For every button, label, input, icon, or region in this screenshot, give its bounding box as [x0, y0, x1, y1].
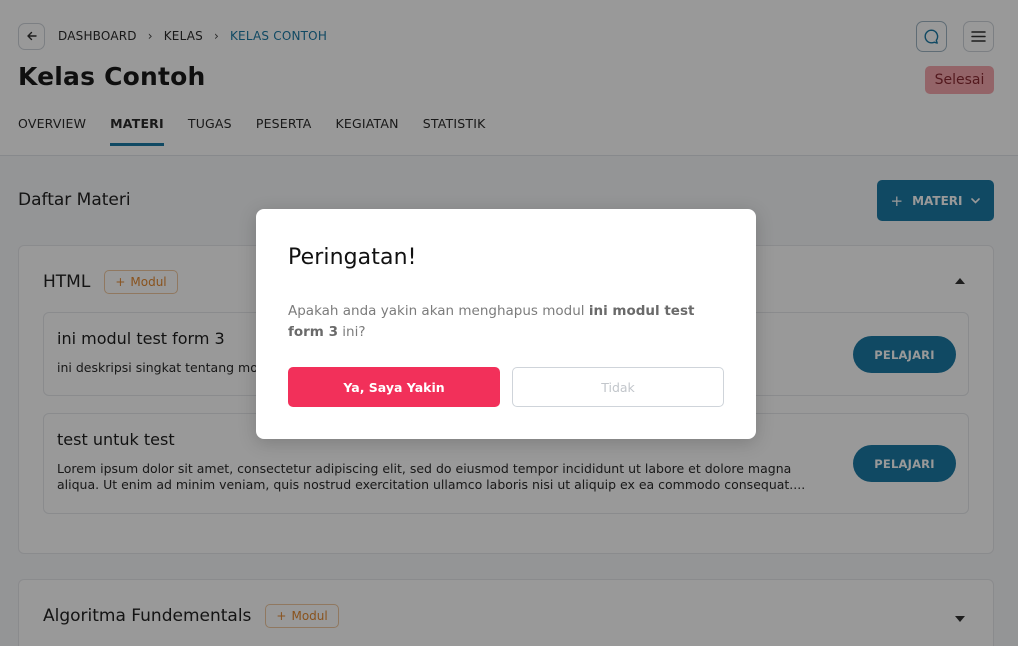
confirm-button[interactable]: Ya, Saya Yakin	[288, 367, 500, 407]
cancel-button[interactable]: Tidak	[512, 367, 724, 407]
dialog-title: Peringatan!	[288, 245, 417, 270]
dialog-message-suffix: ini?	[337, 324, 366, 340]
dialog-message-prefix: Apakah anda yakin akan menghapus modul	[288, 303, 589, 319]
dialog-message: Apakah anda yakin akan menghapus modul i…	[288, 301, 728, 343]
confirm-dialog: Peringatan! Apakah anda yakin akan mengh…	[256, 209, 756, 439]
